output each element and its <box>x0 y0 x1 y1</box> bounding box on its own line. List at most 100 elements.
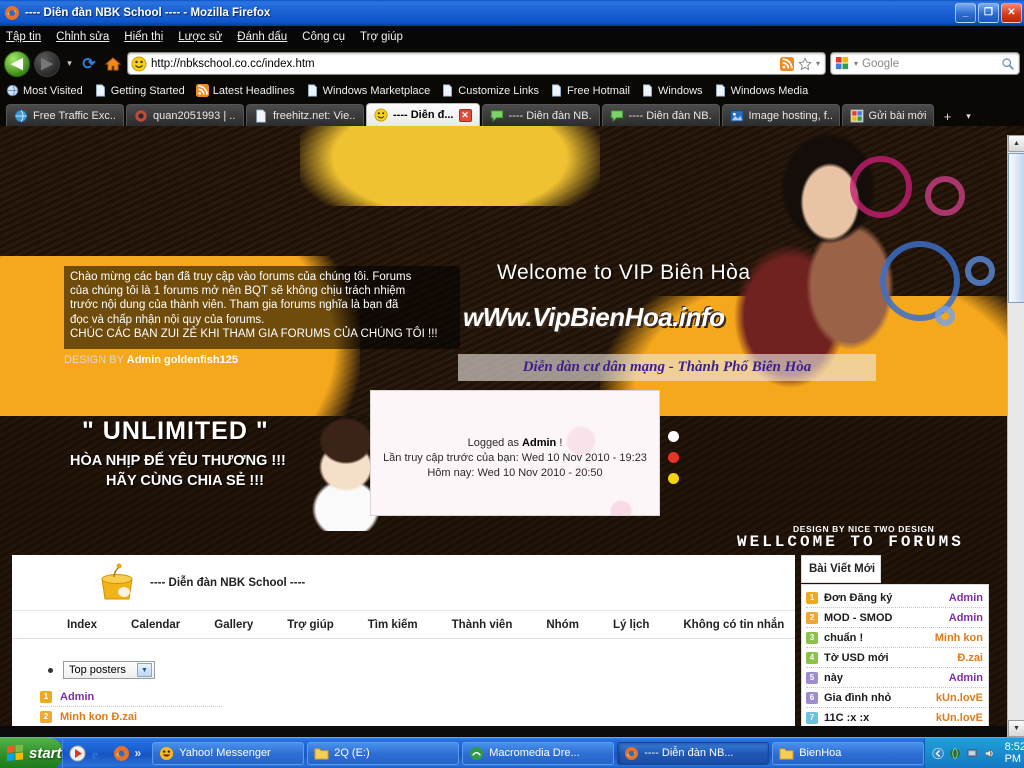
url-bar[interactable]: http://nbkschool.co.cc/index.htm ▾ <box>127 52 826 75</box>
bookmark-free-hotmail[interactable]: Free Hotmail <box>550 84 630 97</box>
poster-name[interactable]: Admin <box>60 691 94 703</box>
taskbar-item-firefox-active[interactable]: ---- Diễn đàn NB... <box>617 741 770 765</box>
post-title[interactable]: Đơn Đăng ký <box>824 592 892 604</box>
bookmark-customize-links[interactable]: Customize Links <box>441 84 539 97</box>
post-author[interactable]: Admin <box>949 612 986 624</box>
ie-icon[interactable]: e <box>91 745 108 762</box>
forum-nav-search[interactable]: Tìm kiếm <box>351 619 435 631</box>
menu-item-file[interactable]: Tập tin <box>6 31 41 43</box>
bookmark-latest-headlines[interactable]: Latest Headlines <box>195 84 295 97</box>
list-item[interactable]: 2 Minh kon Đ.zai <box>40 707 222 726</box>
search-bar[interactable]: ▾ Google <box>830 52 1020 75</box>
google-icon[interactable] <box>835 56 850 71</box>
side-panel-tab-2[interactable] <box>927 555 985 583</box>
list-item[interactable]: 1 Admin <box>40 687 222 707</box>
post-title[interactable]: chuẩn ! <box>824 632 863 644</box>
clock[interactable]: 8:52 PM <box>1005 741 1024 765</box>
post-author[interactable]: Admin <box>949 592 986 604</box>
tab-quan2051993[interactable]: quan2051993 | ... <box>126 104 244 126</box>
slideshow-dot-2[interactable] <box>668 452 679 463</box>
scroll-down-button[interactable]: ▼ <box>1008 720 1024 737</box>
list-item[interactable]: 1 Đơn Đăng ký Admin <box>806 588 986 608</box>
close-button[interactable]: ✕ <box>1001 2 1022 23</box>
post-title[interactable]: này <box>824 672 843 684</box>
forward-button[interactable]: ▶ <box>34 50 60 77</box>
forum-nav-messages[interactable]: Không có tin nhắn <box>666 619 801 631</box>
scrollbar-thumb[interactable] <box>1008 153 1024 303</box>
post-title[interactable]: 11C :x :x <box>824 712 869 724</box>
chevron-down-icon[interactable]: ▾ <box>64 58 75 69</box>
forum-nav-groups[interactable]: Nhóm <box>529 619 596 631</box>
start-button[interactable]: start <box>0 737 62 768</box>
taskbar-item-bienhoa[interactable]: BienHoa <box>772 741 925 765</box>
forum-nav-profile[interactable]: Lý lịch <box>596 619 666 631</box>
tab-dien-dan-2[interactable]: ---- Diễn đàn NB... <box>481 104 600 126</box>
maximize-button[interactable]: ❐ <box>978 2 999 23</box>
post-author[interactable]: kUn.lovE <box>936 692 986 704</box>
menu-item-edit[interactable]: Chỉnh sửa <box>56 31 109 43</box>
menu-item-tools[interactable]: Công cụ <box>302 31 345 43</box>
bookmark-windows-marketplace[interactable]: Windows Marketplace <box>306 84 430 97</box>
tab-image-hosting[interactable]: Image hosting, f... <box>721 104 840 126</box>
forum-nav-index[interactable]: Index <box>50 619 114 631</box>
chevron-down-icon[interactable]: ▾ <box>816 59 820 68</box>
star-icon[interactable] <box>798 56 812 71</box>
network-icon[interactable] <box>949 746 961 761</box>
slideshow-dot-1[interactable] <box>668 431 679 442</box>
post-author[interactable]: Đ.zai <box>957 652 986 664</box>
tab-dien-dan-active[interactable]: ---- Diễn đ... ✕ <box>366 103 480 126</box>
minimize-button[interactable]: _ <box>955 2 976 23</box>
quick-launch-more-icon[interactable]: » <box>135 746 142 760</box>
security-icon[interactable] <box>966 746 978 761</box>
bookmark-windows[interactable]: Windows <box>641 84 703 97</box>
list-item[interactable]: 2 MOD - SMOD Admin <box>806 608 986 628</box>
list-item[interactable]: 4 Tờ USD mới Đ.zai <box>806 648 986 668</box>
bookmark-windows-media[interactable]: Windows Media <box>714 84 808 97</box>
rss-icon[interactable] <box>779 56 794 71</box>
list-item[interactable]: 5 này Admin <box>806 668 986 688</box>
tab-freehitz[interactable]: freehitz.net: Vie... <box>246 104 364 126</box>
search-icon[interactable] <box>1001 57 1015 71</box>
menu-item-help[interactable]: Trợ giúp <box>360 31 403 43</box>
post-author[interactable]: kUn.lovE <box>936 712 986 724</box>
chevron-down-icon[interactable]: ▾ <box>854 59 858 68</box>
post-title[interactable]: Gia đình nhỏ <box>824 692 891 704</box>
new-tab-button[interactable]: + <box>936 106 958 126</box>
forum-nav-help[interactable]: Trợ giúp <box>270 619 351 631</box>
list-item[interactable]: 3 chuẩn ! Minh kon <box>806 628 986 648</box>
media-player-icon[interactable] <box>69 745 86 762</box>
tab-list-icon[interactable]: ▾ <box>958 106 978 126</box>
menu-item-bookmarks[interactable]: Đánh dấu <box>237 31 287 43</box>
taskbar-item-macromedia[interactable]: Macromedia Dre... <box>462 741 615 765</box>
bookmark-getting-started[interactable]: Getting Started <box>94 84 185 97</box>
taskbar-item-yahoo[interactable]: Yahoo! Messenger <box>152 741 305 765</box>
tab-dien-dan-3[interactable]: ---- Diễn đàn NB... <box>601 104 720 126</box>
volume-icon[interactable] <box>983 746 995 761</box>
list-item[interactable]: 6 Gia đình nhỏ kUn.lovE <box>806 688 986 708</box>
tab-close-icon[interactable]: ✕ <box>458 108 472 122</box>
forum-nav-gallery[interactable]: Gallery <box>197 619 270 631</box>
forum-nav-members[interactable]: Thành viên <box>435 619 530 631</box>
chevron-left-icon[interactable] <box>932 746 944 761</box>
menu-item-view[interactable]: Hiển thị <box>124 31 163 43</box>
list-item[interactable]: 7 11C :x :x kUn.lovE <box>806 708 986 726</box>
home-icon[interactable] <box>103 54 123 74</box>
taskbar-item-2q-drive[interactable]: 2Q (E:) <box>307 741 460 765</box>
firefox-icon[interactable] <box>113 745 130 762</box>
reload-icon[interactable]: ⟳ <box>79 54 99 74</box>
tab-gui-bai-moi[interactable]: Gửi bài mới <box>841 104 935 126</box>
post-title[interactable]: MOD - SMOD <box>824 612 892 624</box>
forum-nav-calendar[interactable]: Calendar <box>114 619 197 631</box>
back-button[interactable]: ◀ <box>4 50 30 77</box>
search-input[interactable]: Google <box>862 58 997 70</box>
page-scrollbar[interactable]: ▲ ▼ <box>1007 135 1024 737</box>
tab-free-traffic[interactable]: Free Traffic Exc... <box>6 104 124 126</box>
top-posters-select[interactable]: Top posters ▼ <box>63 661 155 679</box>
post-author[interactable]: Admin <box>949 672 986 684</box>
poster-name[interactable]: Minh kon Đ.zai <box>60 711 137 723</box>
url-text[interactable]: http://nbkschool.co.cc/index.htm <box>151 58 776 70</box>
menu-item-history[interactable]: Lược sử <box>178 31 222 43</box>
scroll-up-button[interactable]: ▲ <box>1008 135 1024 152</box>
chevron-down-icon[interactable]: ▼ <box>137 663 152 677</box>
post-title[interactable]: Tờ USD mới <box>824 652 889 664</box>
